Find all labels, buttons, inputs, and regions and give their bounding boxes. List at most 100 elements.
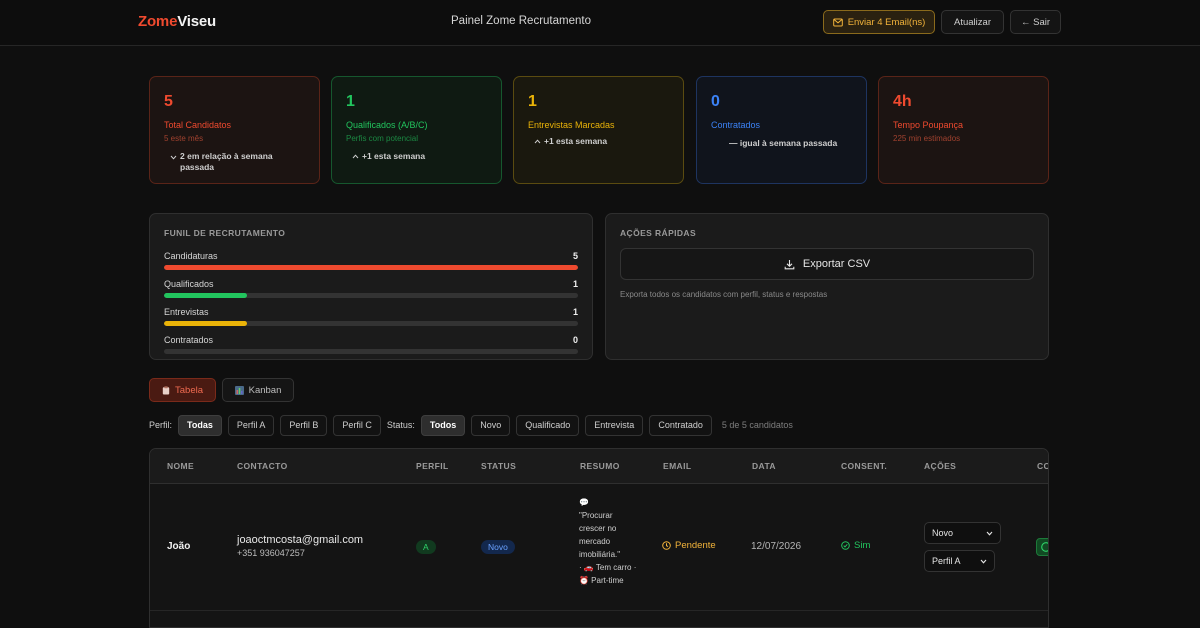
chevron-up-icon [534,139,541,144]
funnel-stage-label: Candidaturas [164,251,218,261]
candidate-date: 12/07/2026 [751,541,802,552]
consent-status: Sim [841,540,870,551]
stat-label: Contratados [711,120,761,130]
funnel-stage-label: Qualificados [164,279,214,289]
col-co[interactable]: CO [1037,461,1048,471]
status-badge: Novo [481,540,515,554]
funnel-bar [164,321,247,326]
filter-bar: Perfil: Todas Perfil A Perfil B Perfil C… [149,414,793,436]
stat-value: 1 [528,93,537,110]
whatsapp-button[interactable] [1036,538,1048,556]
perfil-filter-todas[interactable]: Todas [178,414,222,436]
stat-sub: 5 este mês [164,134,204,143]
tab-table[interactable]: Tabela [149,378,216,402]
stat-trend: +1 esta semana [346,151,487,162]
stat-label: Tempo Poupança [893,120,964,130]
funnel-track [164,349,578,354]
funnel-stage: Candidaturas 5 [164,251,578,270]
stat-sub: Perfis com potencial [346,134,419,143]
funnel-stage: Entrevistas 1 [164,307,578,326]
stat-card-qualified: 1 Qualificados (A/B/C) Perfis com potenc… [331,76,502,184]
perfil-filter-label: Perfil: [149,420,173,430]
stat-trend-text: — igual à semana passada [729,138,838,148]
status-filter-entrevista[interactable]: Entrevista [585,414,644,436]
status-filter-qualificado[interactable]: Qualificado [516,414,580,436]
exit-button[interactable]: ← Sair [1010,10,1061,34]
status-filter-contratado[interactable]: Contratado [649,414,712,436]
status-select[interactable]: Novo [924,522,1001,544]
status-filter-todos[interactable]: Todos [420,414,466,436]
stat-label: Qualificados (A/B/C) [346,120,428,130]
col-data[interactable]: DATA [752,461,776,471]
funnel-stage-value: 0 [572,335,578,345]
send-email-button[interactable]: Enviar 4 Email(ns) [823,10,935,34]
col-resumo[interactable]: RESUMO [580,461,620,471]
whatsapp-icon [1041,542,1048,552]
perfil-filter-c[interactable]: Perfil C [333,414,381,436]
funnel-stage-label: Contratados [164,335,214,345]
col-nome[interactable]: NOME [167,461,194,471]
perfil-filter-a[interactable]: Perfil A [227,414,275,436]
tab-kanban[interactable]: Kanban [222,378,294,402]
chevron-down-icon [170,155,177,160]
funnel-bar [164,265,578,270]
stat-trend: 2 em relação à semana passada [164,151,305,173]
table-header: NOME CONTACTO PERFIL STATUS RESUMO EMAIL… [150,449,1048,484]
table-row[interactable]: João joaoctmcosta@gmail.com +351 9360472… [150,485,1048,611]
refresh-button[interactable]: Atualizar [941,10,1004,34]
candidate-count: 5 de 5 candidatos [721,420,793,430]
send-email-label: Enviar 4 Email(ns) [847,16,926,28]
col-consent[interactable]: CONSENT. [841,461,887,471]
col-acoes[interactable]: AÇÕES [924,461,956,471]
funnel-track [164,321,578,326]
col-status[interactable]: STATUS [481,461,516,471]
stat-card-total: 5 Total Candidatos 5 este mês 2 em relaç… [149,76,320,184]
stat-label: Total Candidatos [164,120,232,130]
col-email[interactable]: EMAIL [663,461,691,471]
perfil-badge: A [416,540,436,554]
stat-card-interviews: 1 Entrevistas Marcadas +1 esta semana [513,76,684,184]
export-csv-button[interactable]: Exportar CSV [620,248,1034,280]
email-status: Pendente [662,540,716,551]
candidate-summary: 💬 "Procurar crescer no mercado imobiliár… [579,496,639,587]
candidate-email[interactable]: joaoctmcosta@gmail.com [237,534,363,546]
stat-trend: — igual à semana passada [711,138,852,149]
stat-value: 4h [893,93,912,110]
bar-chart-icon [234,385,244,395]
download-icon [784,259,795,269]
stat-value: 5 [164,93,173,110]
stat-value: 0 [711,93,720,110]
consent-text: Sim [854,540,871,551]
chevron-up-icon [352,154,359,159]
col-perfil[interactable]: PERFIL [416,461,449,471]
col-contacto[interactable]: CONTACTO [237,461,288,471]
perfil-select-value: Perfil A [932,556,961,566]
funnel-stage: Qualificados 1 [164,279,578,298]
perfil-select[interactable]: Perfil A [924,550,995,572]
status-filter-novo[interactable]: Novo [471,414,511,436]
stat-trend-text: +1 esta semana [544,136,608,146]
stat-trend: +1 esta semana [528,136,669,147]
clock-icon [662,541,671,550]
candidate-phone[interactable]: +351 936047257 [237,548,305,558]
funnel-panel: FUNIL DE RECRUTAMENTO Candidaturas 5 Quali… [149,213,593,360]
status-filter-label: Status: [386,420,415,430]
perfil-filter-b[interactable]: Perfil B [280,414,328,436]
quick-actions-title: AÇÕES RÁPIDAS [620,228,697,238]
funnel-stage-value: 1 [572,307,578,317]
funnel-stage-value: 5 [572,251,578,261]
clipboard-icon [162,385,170,394]
stat-label: Entrevistas Marcadas [528,120,615,130]
funnel-title: FUNIL DE RECRUTAMENTO [164,228,286,238]
stat-value: 1 [346,93,355,110]
candidate-name: João [167,541,191,552]
funnel-track [164,265,578,270]
stat-trend-text: 2 em relação à semana passada [180,151,273,172]
chevron-down-icon [986,531,993,536]
stat-card-hired: 0 Contratados — igual à semana passada [696,76,867,184]
chevron-down-icon [980,559,987,564]
stat-card-time-saved: 4h Tempo Poupança 225 min estimados [878,76,1049,184]
tab-table-label: Tabela [175,384,203,396]
funnel-stage: Contratados 0 [164,335,578,354]
export-note: Exporta todos os candidatos com perfil, … [620,290,828,299]
